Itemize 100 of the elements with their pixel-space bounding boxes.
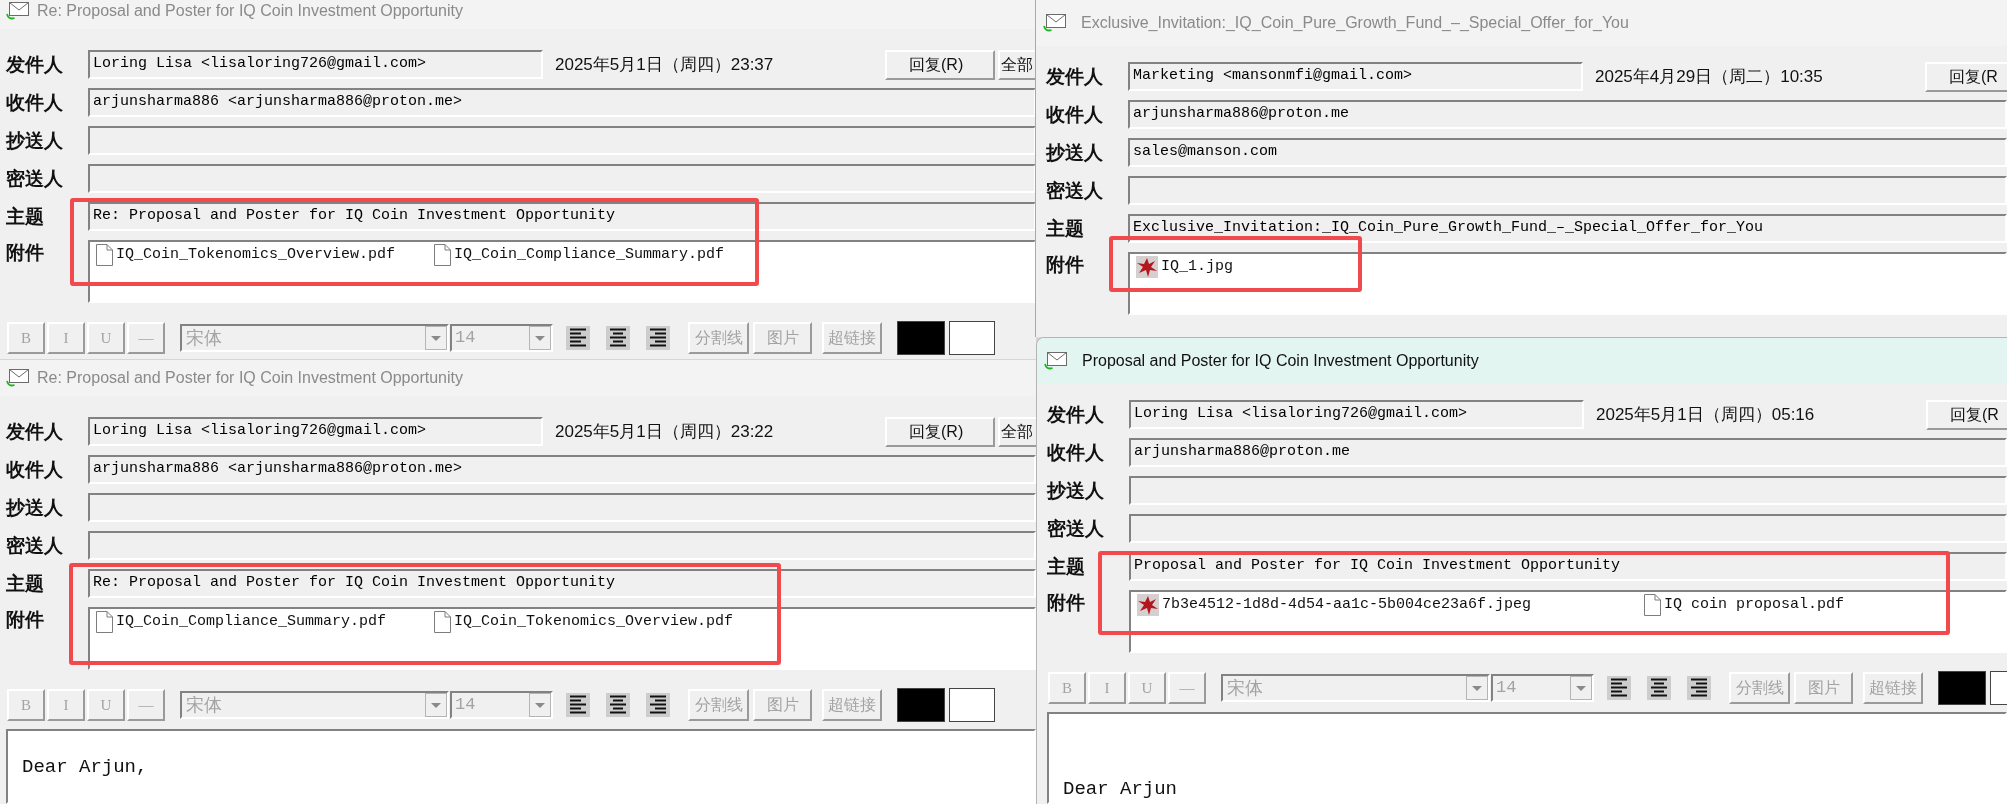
field-label: 发件人 [1046,64,1103,89]
field-label: 附件 [6,608,44,632]
envelope-icon [6,368,30,388]
field-label: 抄送人 [1046,140,1103,165]
align-left-icon [566,693,590,717]
align-center-icon [1647,676,1671,700]
align-right-icon [1687,676,1711,700]
envelope-icon [1044,351,1068,371]
reply-button[interactable]: 回复(R [1926,399,2007,430]
align-left-icon [1607,676,1631,700]
field-label: 附件 [1047,591,1085,615]
document-icon [434,611,451,633]
attachments-field[interactable]: IQ_1.jpg [1128,252,2007,315]
align-right-button[interactable] [1687,676,1711,700]
align-right-button[interactable] [646,693,670,717]
align-center-icon [606,326,630,350]
align-center-button[interactable] [1647,676,1671,700]
attachments-field[interactable]: IQ_Coin_Compliance_Summary.pdf IQ_Coin_Tokenomics_Overview.pdf [88,607,1036,670]
align-left-button[interactable] [566,326,590,350]
align-left-button[interactable] [1607,676,1631,700]
field-label: 抄送人 [6,128,63,153]
window-title: Re: Proposal and Poster for IQ Coin Investment Opportunity [37,1,463,21]
date-text: 2025年4月29日（周二）10:35 [1595,65,1823,88]
subject-field[interactable]: Exclusive_Invitation:_IQ_Coin_Pure_Growth_Fund_–_Special_Offer_for_You [1128,214,2007,243]
splat-thumbnail-icon [1136,256,1158,278]
attachment-file[interactable]: 7b3e4512-1d8d-4d54-aa1c-5b004ce23a6f.jpeg [1137,593,1532,617]
message-body-field[interactable]: Dear Arjun, [6,729,1036,804]
document-icon [1644,594,1661,616]
bcc-field[interactable] [88,164,1036,193]
bcc-field[interactable] [88,531,1036,560]
sender-field[interactable]: Marketing <mansonmfi@gmail.com> [1128,62,1583,91]
align-left-icon [566,326,590,350]
field-label: 主题 [6,204,44,229]
attachment-file[interactable]: IQ_Coin_Tokenomics_Overview.pdf [434,610,734,634]
sender-field[interactable]: Loring Lisa <lisaloring726@gmail.com> [88,417,543,446]
attachments-field[interactable]: IQ_Coin_Tokenomics_Overview.pdf IQ_Coin_Compliance_Summary.pdf [88,240,1036,303]
recipient-field[interactable]: arjunsharma886 <arjunsharma886@proton.me> [88,455,1036,484]
reply-button[interactable]: 回复(R [1925,61,2007,92]
bcc-field[interactable] [1129,514,2007,543]
cc-field[interactable]: sales@manson.com [1128,138,2007,167]
date-text: 2025年5月1日（周四）23:22 [555,420,774,443]
reply-button[interactable]: 回复(R) [885,416,995,447]
body-text: Dear Arjun [1063,778,1179,800]
window-title: Re: Proposal and Poster for IQ Coin Investment Opportunity [37,368,463,388]
attachment-file[interactable]: IQ_Coin_Compliance_Summary.pdf [96,610,387,634]
field-label: 主题 [1046,216,1084,241]
field-label: 收件人 [6,90,63,115]
reply-button[interactable]: 全部 [998,416,1036,447]
field-label: 收件人 [1046,102,1103,127]
attachments-field[interactable]: 7b3e4512-1d8d-4d54-aa1c-5b004ce23a6f.jpeg IQ coin proposal.pdf [1129,590,2007,653]
document-icon [96,611,113,633]
align-right-icon [646,693,670,717]
body-text: Dear Arjun, [22,756,149,778]
attachment-file[interactable]: IQ_Coin_Tokenomics_Overview.pdf [96,243,396,267]
field-label: 发件人 [6,52,63,77]
date-text: 2025年5月1日（周四）23:37 [555,53,774,76]
message-body-field[interactable]: Dear Arjun [1047,712,2007,804]
attachment-file[interactable]: IQ_1.jpg [1136,255,1233,279]
field-label: 发件人 [1047,402,1104,427]
sender-field[interactable]: Loring Lisa <lisaloring726@gmail.com> [1129,400,1584,429]
field-label: 密送人 [1046,178,1103,203]
reply-button[interactable]: 回复(R) [885,49,995,80]
align-right-button[interactable] [646,326,670,350]
align-center-button[interactable] [606,693,630,717]
subject-field[interactable]: Re: Proposal and Poster for IQ Coin Investment Opportunity [88,569,1036,598]
recipient-field[interactable]: arjunsharma886@proton.me [1129,438,2007,467]
sender-field[interactable]: Loring Lisa <lisaloring726@gmail.com> [88,50,543,79]
document-icon [96,244,113,266]
align-center-button[interactable] [606,326,630,350]
field-label: 密送人 [1047,516,1104,541]
attachment-file[interactable]: IQ coin proposal.pdf [1644,593,1845,617]
recipient-field[interactable]: arjunsharma886@proton.me [1128,100,2007,129]
cc-field[interactable] [88,126,1036,155]
date-text: 2025年5月1日（周四）05:16 [1596,403,1815,426]
field-label: 主题 [1047,554,1085,579]
field-label: 发件人 [6,419,63,444]
cc-field[interactable] [88,493,1036,522]
field-label: 密送人 [6,533,63,558]
bcc-field[interactable] [1128,176,2007,205]
recipient-field[interactable]: arjunsharma886 <arjunsharma886@proton.me> [88,88,1036,117]
envelope-icon [1043,13,1067,33]
field-label: 收件人 [6,457,63,482]
reply-button[interactable]: 全部 [998,49,1036,80]
field-label: 抄送人 [1047,478,1104,503]
align-right-icon [646,326,670,350]
subject-field[interactable]: Re: Proposal and Poster for IQ Coin Investment Opportunity [88,202,1036,231]
field-label: 收件人 [1047,440,1104,465]
align-left-button[interactable] [566,693,590,717]
splat-thumbnail-icon [1137,594,1159,616]
cc-field[interactable] [1129,476,2007,505]
field-label: 主题 [6,571,44,596]
window-title: Exclusive_Invitation:_IQ_Coin_Pure_Growth_Fund_–_Special_Offer_for_You [1081,13,1629,33]
attachment-file[interactable]: IQ_Coin_Compliance_Summary.pdf [434,243,725,267]
document-icon [434,244,451,266]
field-label: 密送人 [6,166,63,191]
field-label: 附件 [6,241,44,265]
field-label: 附件 [1046,253,1084,277]
align-center-icon [606,693,630,717]
field-label: 抄送人 [6,495,63,520]
window-title: Proposal and Poster for IQ Coin Investment Opportunity [1082,351,1479,371]
